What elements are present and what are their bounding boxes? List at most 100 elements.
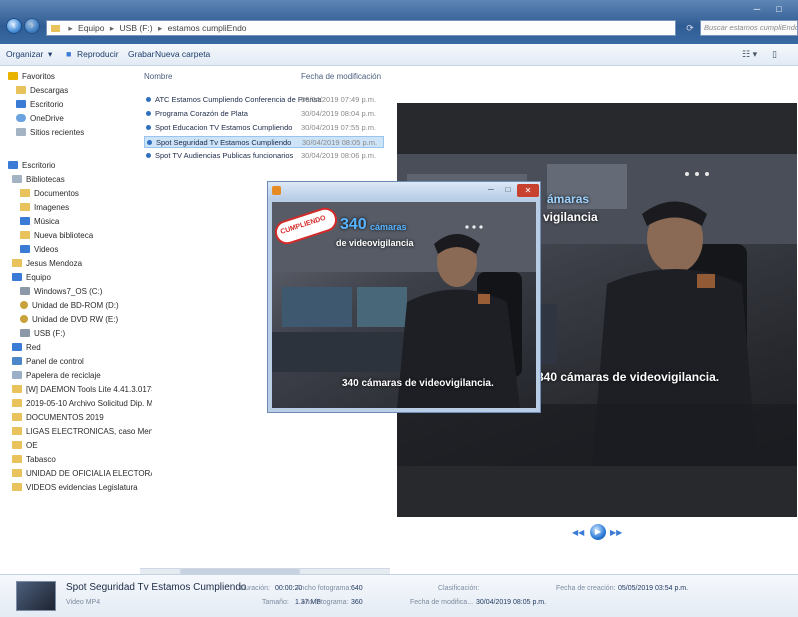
back-button[interactable]: ‹: [6, 18, 22, 34]
sidebar-item-drive-e[interactable]: Unidad de DVD RW (E:): [20, 315, 160, 324]
file-row-selected[interactable]: Spot Seguridad Tv Estamos Cumpliendo 30/0…: [144, 136, 384, 148]
video-icon: [20, 245, 30, 253]
sidebar-item-libraries[interactable]: Bibliotecas: [12, 175, 152, 184]
sidebar-item-folder[interactable]: Tabasco: [12, 455, 152, 464]
sidebar-item-favorites[interactable]: Favoritos: [8, 72, 148, 81]
sidebar-item-folder[interactable]: DOCUMENTOS 2019: [12, 413, 152, 422]
file-row[interactable]: Spot Educacion TV Estamos Cumpliendo 30/0…: [144, 122, 384, 134]
file-row[interactable]: ATC Estamos Cumpliendo Conferencia de Pr…: [144, 94, 384, 106]
player-title-bar: ─ □ ✕: [268, 182, 540, 200]
minimize-icon[interactable]: ─: [746, 2, 768, 16]
sidebar-item-network[interactable]: Red: [12, 343, 152, 352]
preview-pane-icon[interactable]: ▯: [772, 49, 777, 60]
sidebar-item-images[interactable]: Imagenes: [20, 203, 160, 212]
play-icon: ■: [66, 49, 72, 59]
breadcrumb-item[interactable]: USB (F:): [120, 23, 153, 33]
play-button[interactable]: Reproducir: [77, 49, 119, 59]
folder-icon: [20, 231, 30, 239]
sidebar-item-folder[interactable]: OE: [12, 441, 152, 450]
created-value: 05/05/2019 03:54 p.m.: [618, 585, 689, 592]
breadcrumb-item[interactable]: estamos cumpliEndo: [168, 23, 247, 33]
organize-button[interactable]: Organizar: [6, 49, 43, 59]
created-label: Fecha de creación:: [556, 585, 616, 592]
user-icon: [12, 259, 22, 267]
video-thumbnail: [16, 581, 56, 611]
sidebar-item-recycle-bin[interactable]: Papelera de reciclaje: [12, 371, 152, 380]
width-label: Ancho fotograma:: [296, 585, 352, 592]
video-file-icon: [146, 125, 151, 130]
sidebar-item-desktop[interactable]: Escritorio: [16, 100, 156, 109]
desktop-icon: [16, 100, 26, 108]
disc-icon: [20, 315, 28, 323]
new-folder-button[interactable]: Nueva carpeta: [155, 49, 210, 59]
duration-label: Duración:: [240, 585, 270, 592]
popup-video-frame[interactable]: CUMPLIENDO 340 cámaras de videovigilanci…: [272, 202, 536, 408]
folder-icon: [12, 441, 22, 449]
modified-value: 30/04/2019 08:05 p.m.: [476, 599, 547, 606]
folder-icon: [51, 25, 60, 32]
previous-icon[interactable]: ◀◀: [572, 528, 584, 537]
sidebar-item-recent[interactable]: Sitios recientes: [16, 128, 156, 137]
overlay-number: 340: [340, 216, 367, 233]
video-file-icon: [146, 153, 151, 158]
column-header-date[interactable]: Fecha de modificación: [301, 72, 381, 81]
sidebar-item-folder[interactable]: LIGAS ELECTRONICAS, caso Menchac: [12, 427, 152, 436]
file-row[interactable]: Programa Corazón de Plata 30/04/2019 08:0…: [144, 108, 384, 120]
video-caption: 340 cámaras de videovigilancia.: [537, 370, 720, 384]
column-header-name[interactable]: Nombre: [144, 72, 172, 81]
drive-icon: [20, 287, 30, 295]
sidebar-item-documents[interactable]: Documentos: [20, 189, 160, 198]
sidebar-item-drive-d[interactable]: Unidad de BD-ROM (D:): [20, 301, 160, 310]
search-input[interactable]: Buscar estamos cumpliEndo: [700, 20, 798, 36]
music-icon: [20, 217, 30, 225]
sidebar-item-user[interactable]: Jesus Mendoza: [12, 259, 152, 268]
sidebar-item-music[interactable]: Música: [20, 217, 160, 226]
minimize-icon[interactable]: ─: [483, 185, 499, 197]
sidebar-item-onedrive[interactable]: OneDrive: [16, 114, 156, 123]
forward-button[interactable]: ›: [24, 18, 40, 34]
chevron-down-icon[interactable]: ▾: [48, 49, 52, 60]
file-row[interactable]: Spot TV Audiencias Publicas funcionarios…: [144, 150, 384, 162]
breadcrumb-item[interactable]: Equipo: [78, 23, 104, 33]
folder-icon: [12, 385, 22, 393]
file-list: Nombre Fecha de modificación ATC Estamos…: [140, 66, 390, 166]
view-options-icon[interactable]: ☷ ▾: [742, 49, 757, 60]
modified-label: Fecha de modifica...: [410, 599, 474, 606]
sidebar-item-videos[interactable]: Videos: [20, 245, 160, 254]
sidebar-item-drive-c[interactable]: Windows7_OS (C:): [20, 287, 160, 296]
folder-icon: [16, 86, 26, 94]
computer-icon: [12, 273, 22, 281]
close-icon[interactable]: ✕: [517, 184, 539, 197]
sidebar-item-usb[interactable]: USB (F:): [20, 329, 160, 338]
folder-icon: [12, 399, 22, 407]
sidebar-item-downloads[interactable]: Descargas: [16, 86, 156, 95]
maximize-icon[interactable]: □: [500, 185, 516, 197]
command-toolbar: Organizar ▾ ■ Reproducir Grabar Nueva ca…: [0, 44, 798, 66]
maximize-icon[interactable]: □: [768, 2, 790, 16]
control-panel-icon: [12, 357, 22, 365]
details-pane: Spot Seguridad Tv Estamos Cumpliendo Vid…: [0, 574, 798, 617]
sidebar-item-new-library[interactable]: Nueva biblioteca: [20, 231, 160, 240]
sidebar-item-computer[interactable]: Equipo: [12, 273, 152, 282]
sidebar-item-folder[interactable]: UNIDAD DE OFICIALIA ELECTORAL (: [12, 469, 152, 478]
sidebar-item-desktop-root[interactable]: Escritorio: [8, 161, 148, 170]
video-file-icon: [146, 97, 151, 102]
folder-icon: [12, 455, 22, 463]
sidebar-item-control-panel[interactable]: Panel de control: [12, 357, 152, 366]
folder-icon: [12, 483, 22, 491]
sidebar-item-folder[interactable]: VIDEOS evidencias Legislatura: [12, 483, 152, 492]
refresh-icon[interactable]: ⟳: [682, 20, 698, 36]
desktop-icon: [8, 161, 18, 169]
sidebar-item-folder[interactable]: 2019-05-10 Archivo Solicitud Dip. Mi: [12, 399, 152, 408]
video-overlay-text: vigilancia: [543, 210, 598, 224]
next-icon[interactable]: ▶▶: [610, 528, 622, 537]
media-player-window: ─ □ ✕ CUMPLIENDO 340 cámaras de videovig…: [267, 181, 541, 413]
address-bar[interactable]: ▸ Equipo ▸ USB (F:) ▸ estamos cumpliEndo: [46, 20, 676, 36]
play-icon[interactable]: ▶: [590, 524, 606, 540]
folder-icon: [12, 427, 22, 435]
size-label: Tamaño:: [262, 599, 289, 606]
overlay-word: cámaras: [370, 222, 407, 232]
details-type: Video MP4: [66, 599, 101, 606]
sidebar-item-folder[interactable]: [W] DAEMON Tools Lite 4.41.3.0173: [12, 385, 152, 394]
burn-button[interactable]: Grabar: [128, 49, 154, 59]
